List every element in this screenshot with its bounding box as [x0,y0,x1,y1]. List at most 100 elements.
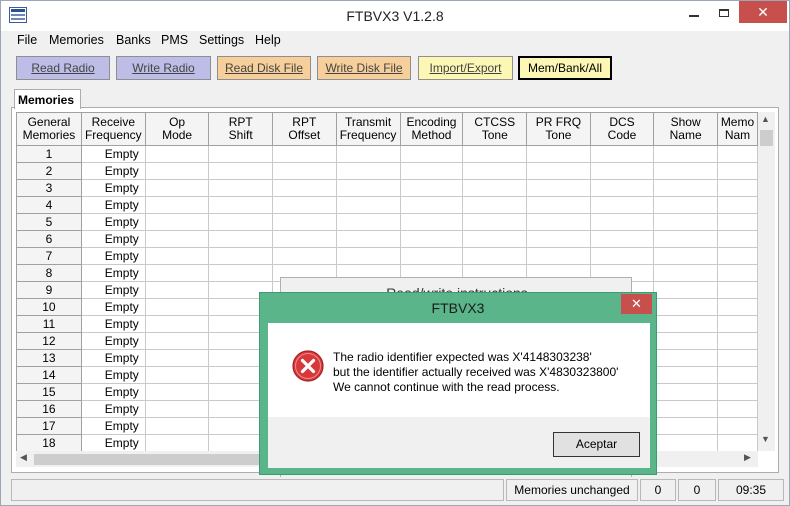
grid-cell[interactable] [716,247,758,265]
grid-cell[interactable] [144,417,210,435]
grid-cell[interactable] [589,179,655,197]
grid-cell[interactable]: Empty [80,213,146,231]
grid-cell[interactable] [716,196,758,214]
column-header[interactable]: PR FRQ Tone [526,112,591,146]
grid-cell[interactable]: Empty [80,281,146,299]
grid-cell[interactable] [526,196,591,214]
grid-cell[interactable] [526,230,591,248]
grid-cell[interactable] [589,247,655,265]
grid-cell[interactable] [526,179,591,197]
grid-cell[interactable] [653,281,718,299]
table-row[interactable]: 7 Empty [16,247,758,265]
grid-cell[interactable] [144,196,210,214]
grid-cell[interactable] [653,145,718,163]
grid-cell[interactable] [144,298,210,316]
grid-cell[interactable]: Empty [80,417,146,435]
column-header[interactable]: Receive Frequency [80,112,146,146]
menu-file[interactable]: File [17,33,37,47]
grid-cell[interactable] [399,247,464,265]
menu-help[interactable]: Help [255,33,281,47]
grid-cell[interactable] [399,196,464,214]
grid-cell[interactable] [208,247,273,265]
grid-cell[interactable] [653,298,718,316]
column-header[interactable]: RPT Offset [271,112,337,146]
grid-cell[interactable] [653,264,718,282]
grid-cell[interactable] [462,230,528,248]
grid-cell[interactable]: Empty [80,162,146,180]
grid-cell[interactable] [653,349,718,367]
grid-cell[interactable] [399,213,464,231]
grid-cell[interactable]: Empty [80,366,146,384]
vertical-scroll-thumb[interactable] [760,130,773,146]
grid-cell[interactable] [144,434,210,451]
grid-cell[interactable] [589,162,655,180]
write-radio-button[interactable]: Write Radio [116,56,211,80]
grid-cell[interactable] [462,196,528,214]
grid-cell[interactable] [271,230,337,248]
grid-cell[interactable] [716,332,758,350]
column-header[interactable]: Show Name [653,112,718,146]
grid-cell[interactable] [653,400,718,418]
read-disk-file-button[interactable]: Read Disk File [217,56,311,80]
grid-cell[interactable] [716,434,758,451]
grid-cell[interactable] [653,383,718,401]
grid-cell[interactable] [462,247,528,265]
grid-cell[interactable] [144,230,210,248]
grid-cell[interactable] [526,162,591,180]
grid-cell[interactable] [589,196,655,214]
grid-cell[interactable] [208,264,273,282]
grid-cell[interactable] [335,179,401,197]
grid-cell[interactable] [144,383,210,401]
grid-cell[interactable] [335,213,401,231]
grid-cell[interactable] [653,230,718,248]
column-header[interactable]: Encoding Method [399,112,464,146]
grid-cell[interactable]: Empty [80,332,146,350]
grid-cell[interactable] [716,417,758,435]
grid-cell[interactable] [526,247,591,265]
grid-cell[interactable]: Empty [80,298,146,316]
column-header[interactable]: Transmit Frequency [335,112,401,146]
grid-cell[interactable] [653,247,718,265]
column-header[interactable]: DCS Code [589,112,655,146]
grid-cell[interactable] [271,196,337,214]
tab-memories[interactable]: Memories [14,89,81,109]
error-dialog-close-button[interactable]: ✕ [621,294,652,314]
grid-cell[interactable] [589,230,655,248]
grid-cell[interactable]: Empty [80,349,146,367]
minimize-button[interactable] [679,1,709,23]
grid-cell[interactable] [653,179,718,197]
grid-cell[interactable] [208,162,273,180]
grid-cell[interactable] [399,145,464,163]
grid-cell[interactable] [144,213,210,231]
grid-cell[interactable]: Empty [80,196,146,214]
grid-cell[interactable] [271,247,337,265]
maximize-button[interactable] [709,1,739,23]
grid-cell[interactable] [716,230,758,248]
grid-cell[interactable] [716,179,758,197]
grid-cell[interactable] [653,332,718,350]
scroll-down-icon[interactable]: ▼ [761,434,770,444]
menu-memories[interactable]: Memories [49,33,104,47]
import-export-button[interactable]: Import/Export [418,56,513,80]
grid-cell[interactable]: Empty [80,230,146,248]
grid-cell[interactable] [335,196,401,214]
grid-cell[interactable] [271,179,337,197]
column-header[interactable]: RPT Shift [208,112,273,146]
grid-cell[interactable] [716,213,758,231]
scroll-right-icon[interactable]: ▶ [744,452,751,463]
grid-cell[interactable] [144,349,210,367]
grid-cell[interactable] [653,315,718,333]
grid-cell[interactable] [716,264,758,282]
write-disk-file-button[interactable]: Write Disk File [317,56,411,80]
grid-cell[interactable] [716,383,758,401]
grid-cell[interactable] [144,400,210,418]
column-header[interactable]: CTCSS Tone [462,112,528,146]
grid-cell[interactable] [716,349,758,367]
grid-cell[interactable] [462,213,528,231]
table-row[interactable]: 5 Empty [16,213,758,231]
grid-cell[interactable] [271,213,337,231]
vertical-scrollbar[interactable]: ▲ ▼ [758,112,775,451]
mem-bank-all-button[interactable]: Mem/Bank/All [518,56,612,80]
grid-cell[interactable] [144,315,210,333]
grid-cell[interactable] [144,162,210,180]
